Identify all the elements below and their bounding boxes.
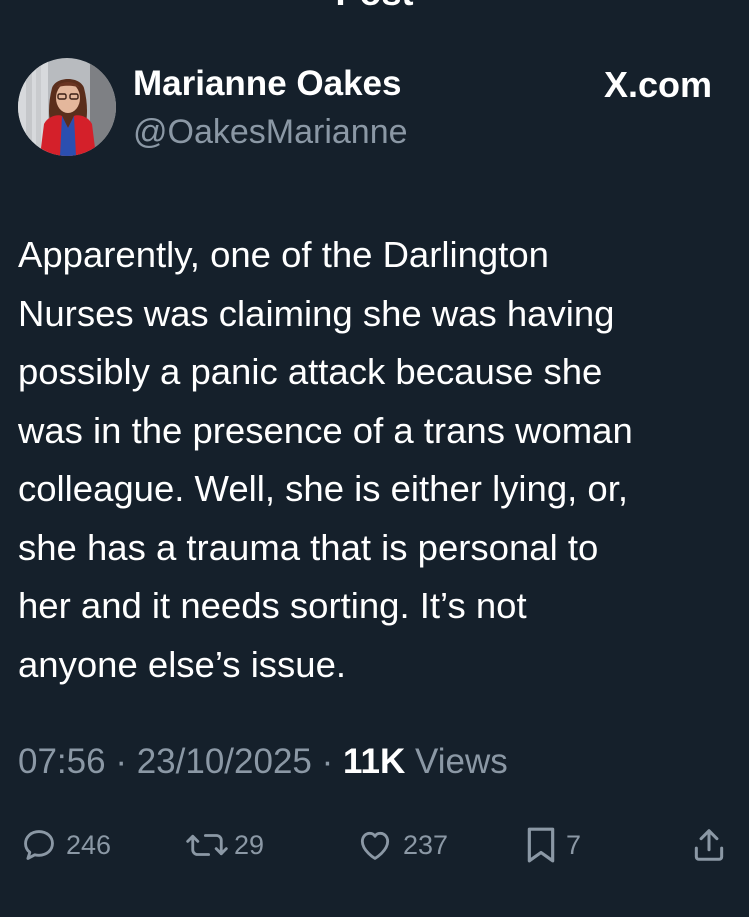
tweet-date: 23/10/2025 (136, 742, 312, 781)
share-upload-icon (694, 829, 724, 861)
views-count: 11K (342, 742, 406, 781)
author-name[interactable]: Marianne Oakes (133, 64, 401, 104)
action-bar: 246 29 237 7 (0, 822, 749, 868)
reply-bubble-icon (24, 830, 54, 860)
meta-separator: · (311, 742, 343, 781)
repost-arrows-icon (186, 834, 228, 856)
tweet-time: 07:56 (18, 742, 106, 781)
repost-count: 29 (234, 829, 265, 860)
source-label: X.com (603, 64, 712, 105)
page-title: Post (0, 0, 749, 14)
like-button[interactable]: 237 (355, 822, 448, 868)
meta-separator: · (105, 742, 137, 781)
bookmark-button[interactable]: 7 (524, 822, 581, 868)
tweet-meta: 07:56 · 23/10/2025 · 11K Views (18, 742, 508, 782)
top-bar: Post (0, 0, 749, 16)
bookmark-count: 7 (566, 829, 582, 860)
like-count: 237 (403, 829, 449, 860)
heart-icon (360, 831, 390, 860)
avatar[interactable] (18, 58, 116, 156)
avatar-image (18, 58, 116, 156)
share-button[interactable] (690, 822, 728, 868)
author-handle[interactable]: @OakesMarianne (133, 113, 408, 152)
reply-button[interactable]: 246 (20, 822, 111, 868)
tweet-text: Apparently, one of the Darlington Nurses… (18, 234, 633, 685)
reply-count: 246 (66, 829, 112, 860)
views-label: Views (415, 742, 508, 781)
repost-button[interactable]: 29 (184, 822, 264, 868)
bookmark-icon (527, 827, 555, 863)
